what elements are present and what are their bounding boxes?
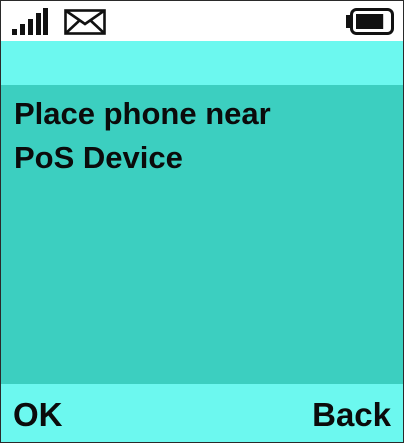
battery-icon xyxy=(346,8,394,35)
message-line-2: PoS Device xyxy=(14,140,183,175)
back-softkey[interactable]: Back xyxy=(312,396,391,434)
title-bar xyxy=(1,41,403,85)
status-bar xyxy=(1,1,403,41)
content-area: Place phone near PoS Device xyxy=(1,85,403,384)
instruction-message: Place phone near PoS Device xyxy=(14,92,394,180)
softkey-bar: OK Back xyxy=(1,384,403,442)
envelope-icon xyxy=(64,9,106,35)
phone-screen: Place phone near PoS Device OK Back xyxy=(0,0,404,443)
signal-strength-icon xyxy=(12,8,48,35)
ok-softkey[interactable]: OK xyxy=(13,396,63,434)
battery-fill xyxy=(356,14,384,29)
message-line-1: Place phone near xyxy=(14,96,271,131)
